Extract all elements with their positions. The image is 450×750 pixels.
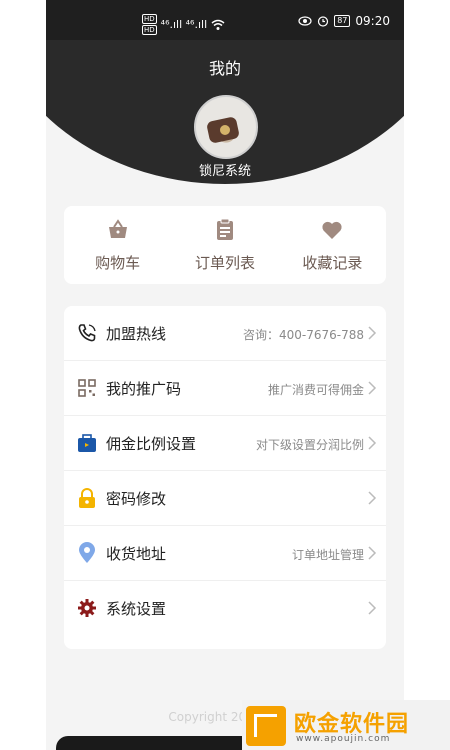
menu-item-hint: 咨询：400-7676-788 [242,328,364,342]
menu-item-system-settings[interactable]: 系统设置 [64,581,386,635]
menu-item-label: 系统设置 [106,600,167,618]
page-title: 我的 [208,59,241,78]
menu-item-hint: 推广消费可得佣金 [267,383,364,397]
hd-badge-1: HD [142,14,157,24]
alarm-icon [318,16,329,27]
gear-icon [78,599,96,617]
menu-item-label: 加盟热线 [106,325,167,343]
chevron-right-icon [368,326,377,340]
menu-item-label: 我的推广码 [106,380,182,398]
phone-screen: HD HD ⁴⁶.ıll ⁴⁶.ıll 87 09:20 我的 锁尼系统 购物车… [46,0,404,750]
menu-item-hotline[interactable]: 加盟热线 咨询：400-7676-788 [64,306,386,361]
signal-indicator: ⁴⁶.ıll ⁴⁶.ıll [160,18,208,31]
lock-icon [79,488,95,508]
clock: 09:20 [355,14,390,28]
briefcase-icon [78,434,96,452]
avatar-image-detail [220,125,230,135]
hd-badge-2: HD [142,25,157,35]
phone-icon [78,324,96,342]
order-list-label: 订单列表 [194,254,255,272]
favorites-button[interactable]: 收藏记录 [279,206,386,284]
location-icon [79,542,95,563]
favorites-label: 收藏记录 [302,254,363,272]
qrcode-icon [78,379,96,397]
menu-item-shipping-address[interactable]: 收货地址 订单地址管理 [64,526,386,581]
menu-item-label: 佣金比例设置 [106,435,197,453]
menu-item-label: 收货地址 [106,545,167,563]
status-bar: HD HD ⁴⁶.ıll ⁴⁶.ıll 87 09:20 [46,0,404,40]
menu-item-hint: 对下级设置分润比例 [255,438,364,452]
menu-item-change-password[interactable]: 密码修改 [64,471,386,526]
username: 锁尼系统 [198,164,251,179]
order-list-button[interactable]: 订单列表 [171,206,278,284]
basket-icon [108,219,127,238]
quick-actions-card: 购物车 订单列表 收藏记录 [64,206,386,284]
battery-indicator: 87 [334,15,351,27]
settings-menu: 加盟热线 咨询：400-7676-788 我的推广码 推广消费可得佣金 佣金比例 [64,306,386,649]
watermark-url: www.apoujin.com [296,734,391,744]
chevron-right-icon [368,381,377,395]
chevron-right-icon [368,436,377,450]
wifi-icon [211,19,225,30]
chevron-right-icon [368,546,377,560]
chevron-right-icon [368,491,377,505]
clipboard-icon [216,218,233,240]
heart-icon [322,221,342,239]
cart-label: 购物车 [95,254,141,272]
chevron-right-icon [368,601,377,615]
menu-item-hint: 订单地址管理 [291,548,364,562]
menu-item-promo-code[interactable]: 我的推广码 推广消费可得佣金 [64,361,386,416]
watermark-logo [246,706,286,746]
menu-item-commission-settings[interactable]: 佣金比例设置 对下级设置分润比例 [64,416,386,471]
avatar[interactable] [194,95,258,159]
menu-item-label: 密码修改 [106,490,167,508]
watermark-overlay: 欧金软件园 www.apoujin.com [242,700,450,750]
cart-button[interactable]: 购物车 [64,206,171,284]
eye-icon [298,16,312,26]
